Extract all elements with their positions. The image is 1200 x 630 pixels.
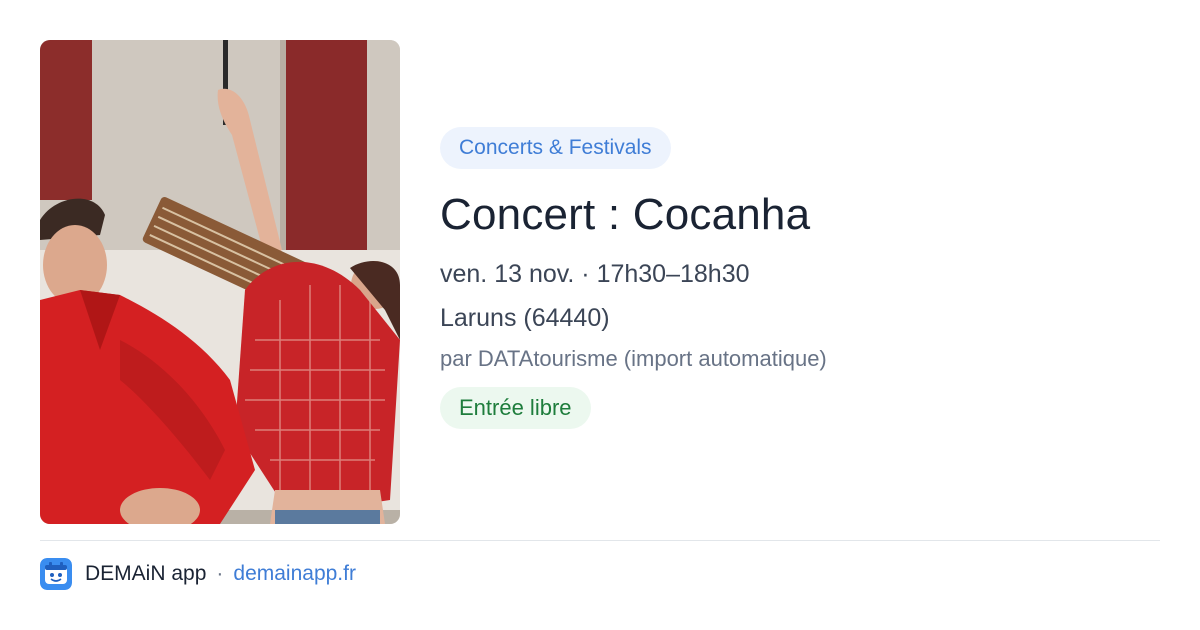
event-datetime: ven. 13 nov. · 17h30–18h30 [440,260,750,288]
footer: DEMAiN app · demainapp.fr [40,558,356,590]
price-chip: Entrée libre [440,387,591,429]
footer-divider [40,540,1160,541]
category-chip[interactable]: Concerts & Festivals [440,127,671,169]
event-title: Concert : Cocanha [440,190,811,239]
event-info: Concerts & Festivals Concert : Cocanha v… [440,127,1160,429]
site-link[interactable]: demainapp.fr [233,562,356,586]
event-location: Laruns (64440) [440,304,610,332]
footer-separator: · [216,562,224,585]
demain-app-logo-icon [40,558,72,590]
event-photo [40,40,400,524]
event-share-card: Concerts & Festivals Concert : Cocanha v… [0,0,1200,630]
app-name: DEMAiN app [85,562,207,585]
event-source: par DATAtourisme (import automatique) [440,346,827,371]
